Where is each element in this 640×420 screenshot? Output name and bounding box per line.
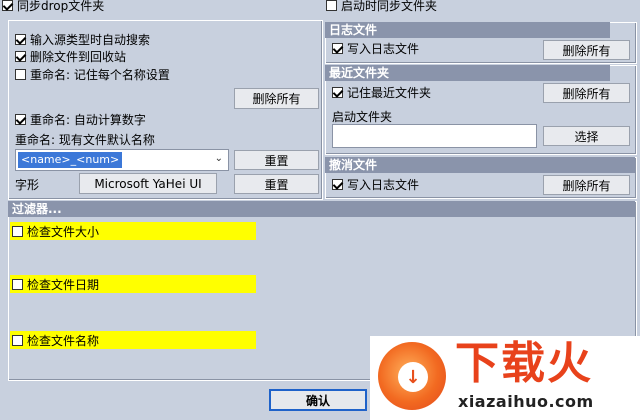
sync-on-start-checkbox[interactable]	[326, 0, 337, 11]
recent-delete-all-button[interactable]: 删除所有	[543, 83, 630, 103]
filter-date-checkbox[interactable]	[12, 278, 23, 290]
log-write-label: 写入日志文件	[347, 41, 420, 56]
choose-folder-button[interactable]: 选择	[543, 126, 630, 146]
auto-search-label: 输入源类型时自动搜索	[30, 32, 151, 47]
reset-font-button[interactable]: 重置	[234, 174, 319, 194]
undo-write-row[interactable]: 写入日志文件	[332, 176, 419, 192]
filter-date-row[interactable]: 检查文件日期	[10, 275, 256, 293]
sync-on-start-label: 启动时同步文件夹	[341, 0, 438, 13]
watermark-brand: 下载火	[455, 338, 593, 389]
watermark-url: xiazaihuo.com	[458, 392, 594, 411]
delete-to-recycle-row[interactable]: 删除文件到回收站	[15, 48, 126, 64]
log-delete-all-button[interactable]: 删除所有	[543, 40, 630, 60]
filter-name-row[interactable]: 检查文件名称	[10, 331, 256, 349]
reset-name-button[interactable]: 重置	[234, 150, 319, 170]
filter-name-label: 检查文件名称	[27, 333, 100, 348]
rename-delete-all-button[interactable]: 删除所有	[234, 88, 319, 109]
name-template-combobox[interactable]: <name>_<num> ⌄	[15, 149, 229, 171]
filter-size-row[interactable]: 检查文件大小	[10, 222, 256, 240]
log-write-row[interactable]: 写入日志文件	[332, 40, 419, 56]
download-arrow-icon: ↓	[398, 362, 428, 392]
delete-to-recycle-checkbox[interactable]	[15, 50, 26, 62]
chevron-down-icon[interactable]: ⌄	[215, 153, 223, 164]
ok-button[interactable]: 确认	[269, 389, 367, 411]
auto-search-checkbox[interactable]	[15, 33, 26, 45]
auto-search-row[interactable]: 输入源类型时自动搜索	[15, 31, 150, 47]
font-caption: 字形	[15, 177, 40, 192]
default-name-caption: 重命名: 现有文件默认名称	[15, 132, 155, 147]
remember-recent-label: 记住最近文件夹	[347, 85, 432, 100]
remember-recent-checkbox[interactable]	[332, 86, 343, 98]
auto-number-label: 重命名: 自动计算数字	[30, 112, 146, 127]
undo-delete-all-button[interactable]: 删除所有	[543, 175, 630, 195]
name-template-value[interactable]: <name>_<num>	[18, 152, 123, 168]
recent-folders-header: 最近文件夹	[325, 65, 610, 81]
sync-drop-label: 同步drop文件夹	[17, 0, 105, 13]
remember-each-name-row[interactable]: 重命名: 记住每个名称设置	[15, 66, 170, 82]
undo-file-header: 撤消文件	[325, 157, 635, 173]
sync-on-start-checkbox-row[interactable]: 启动时同步文件夹	[326, 0, 437, 13]
sync-drop-checkbox-row[interactable]: 同步drop文件夹	[2, 0, 104, 13]
undo-write-checkbox[interactable]	[332, 178, 343, 190]
undo-write-label: 写入日志文件	[347, 177, 420, 192]
auto-number-checkbox[interactable]	[15, 113, 26, 125]
filter-size-label: 检查文件大小	[27, 224, 100, 239]
filter-date-label: 检查文件日期	[27, 277, 100, 292]
remember-each-name-checkbox[interactable]	[15, 68, 26, 80]
filter-name-checkbox[interactable]	[12, 334, 23, 346]
remember-each-name-label: 重命名: 记住每个名称设置	[30, 67, 170, 82]
auto-number-row[interactable]: 重命名: 自动计算数字	[15, 111, 146, 127]
remember-recent-row[interactable]: 记住最近文件夹	[332, 84, 431, 100]
filters-header: 过滤器...	[8, 201, 635, 217]
log-write-checkbox[interactable]	[332, 42, 343, 54]
startup-folder-caption: 启动文件夹	[332, 109, 393, 124]
delete-to-recycle-label: 删除文件到回收站	[30, 49, 127, 64]
startup-folder-input[interactable]	[332, 124, 537, 148]
filter-size-checkbox[interactable]	[12, 225, 23, 237]
sync-drop-checkbox[interactable]	[2, 0, 13, 11]
log-file-header: 日志文件	[325, 22, 610, 38]
font-picker-button[interactable]: Microsoft YaHei UI	[79, 173, 217, 194]
